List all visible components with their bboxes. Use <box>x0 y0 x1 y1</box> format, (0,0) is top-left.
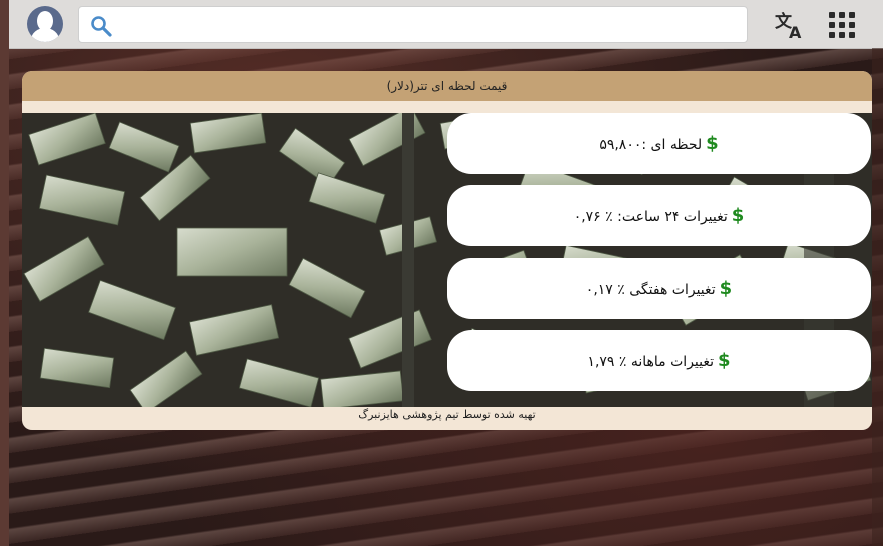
right-edge <box>872 48 883 546</box>
svg-text:A: A <box>789 23 802 40</box>
stat-label: تغییرات ماهانه ٪ ۱,۷۹ <box>587 354 715 370</box>
dollar-icon: $ <box>718 350 731 371</box>
apps-grid-icon[interactable] <box>829 12 855 38</box>
card-title: قیمت لحظه ای تتر(دلار) <box>22 71 872 101</box>
stat-label: تغییرات ۲۴ ساعت: ٪ ۰,۷۶ <box>573 209 728 225</box>
flying-dollar-bills-photo: لحظه ای :۵۹,۸۰۰ $ تغییرات ۲۴ ساعت: ٪ ۰,۷۶… <box>22 113 872 407</box>
translate-icon[interactable]: 文 A <box>774 10 806 40</box>
user-avatar-icon[interactable] <box>27 6 63 42</box>
tether-price-card: قیمت لحظه ای تتر(دلار) لحظه ای:۵۹,۸۰۰ $… <box>22 71 872 430</box>
top-bar: 文 A <box>9 0 883 49</box>
left-edge <box>0 0 9 546</box>
dollar-icon: $ <box>719 278 733 299</box>
stat-monthly-change: تغییرات ماهانه ٪ ۱,۷۹ $ <box>447 330 871 391</box>
stat-weekly-change: تغییرات هفتگی ٪ ۰,۱۷ $ <box>447 258 871 319</box>
dollar-icon: $ <box>731 205 745 226</box>
search-input[interactable] <box>119 11 743 40</box>
dollar-icon: $ <box>706 133 719 154</box>
stat-label: تغییرات هفتگی ٪ ۰,۱۷ <box>585 282 716 298</box>
search-icon[interactable] <box>89 14 113 38</box>
stat-instant-price: لحظه ای :۵۹,۸۰۰ $ <box>447 113 871 174</box>
stat-label: لحظه ای :۵۹,۸۰۰ <box>599 137 703 153</box>
credit-note: تهیه شده توسط تیم پژوهشی هایزنبرگ <box>358 408 536 421</box>
stat-24h-change: تغییرات ۲۴ ساعت: ٪ ۰,۷۶ $ <box>447 185 871 246</box>
search-box[interactable] <box>78 6 748 43</box>
